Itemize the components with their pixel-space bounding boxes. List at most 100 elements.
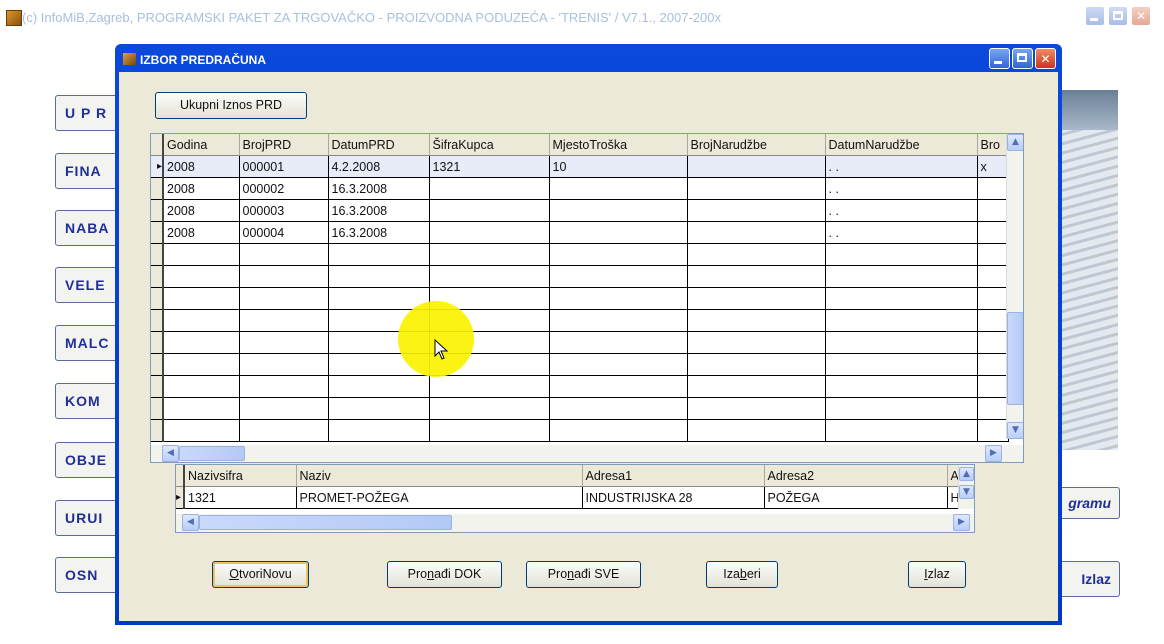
scroll-up-icon[interactable]: ▲	[959, 467, 974, 481]
table-cell[interactable]	[976, 331, 1009, 354]
total-amount-button[interactable]: Ukupni Iznos PRD	[155, 92, 307, 119]
table-cell[interactable]	[327, 243, 430, 266]
column-header[interactable]: MjestoTroška	[548, 134, 688, 156]
table-cell[interactable]: x	[976, 155, 1009, 178]
table-cell[interactable]	[976, 309, 1009, 332]
table-cell[interactable]	[686, 155, 826, 178]
table-cell[interactable]	[548, 287, 688, 310]
dialog-close-button[interactable]: ✕	[1035, 48, 1056, 69]
scroll-left-icon[interactable]: ◀	[162, 445, 179, 462]
table-cell[interactable]	[824, 331, 978, 354]
column-header[interactable]: ŠifraKupca	[428, 134, 550, 156]
row-indicator[interactable]	[151, 419, 164, 442]
scroll-thumb[interactable]	[179, 446, 245, 461]
table-row[interactable]	[151, 309, 1009, 332]
table-cell[interactable]	[824, 287, 978, 310]
table-row[interactable]: 2008 000004 16.3.2008 . .	[151, 221, 1009, 244]
customer-grid[interactable]: Nazivsifra Naziv Adresa1 Adresa2 A ▸ 1321…	[175, 464, 975, 533]
column-header[interactable]: DatumPRD	[327, 134, 430, 156]
row-indicator[interactable]	[151, 397, 164, 420]
table-cell[interactable]	[327, 287, 430, 310]
table-cell[interactable]: PROMET-POŽEGA	[295, 486, 583, 509]
table-cell[interactable]	[976, 199, 1009, 222]
table-cell[interactable]	[327, 397, 430, 420]
table-cell[interactable]: 10	[548, 155, 688, 178]
table-cell[interactable]	[686, 265, 826, 288]
table-row[interactable]	[151, 353, 1009, 376]
customer-vertical-scrollbar[interactable]: ▲ ▼	[958, 465, 974, 509]
table-cell[interactable]: 000001	[238, 155, 329, 178]
row-indicator[interactable]	[151, 375, 164, 398]
scroll-up-icon[interactable]: ▲	[1007, 134, 1023, 151]
table-cell[interactable]: . .	[824, 221, 978, 244]
row-indicator[interactable]	[151, 309, 164, 332]
table-row[interactable]	[151, 243, 1009, 266]
table-cell[interactable]	[428, 199, 550, 222]
column-header[interactable]: Nazivsifra	[183, 465, 297, 487]
outer-close-button[interactable]: ✕	[1131, 6, 1151, 26]
table-cell[interactable]	[428, 375, 550, 398]
dialog-minimize-button[interactable]	[989, 48, 1010, 69]
column-header[interactable]: Naziv	[295, 465, 583, 487]
table-cell[interactable]: 4.2.2008	[327, 155, 430, 178]
row-indicator[interactable]	[151, 199, 164, 222]
table-cell[interactable]	[238, 419, 329, 442]
outer-maximize-button[interactable]	[1108, 6, 1128, 26]
table-row[interactable]: 2008 000002 16.3.2008 . .	[151, 177, 1009, 200]
table-cell[interactable]	[548, 265, 688, 288]
row-indicator[interactable]	[151, 331, 164, 354]
table-cell[interactable]	[327, 375, 430, 398]
table-cell[interactable]	[428, 397, 550, 420]
column-header[interactable]: DatumNarudžbe	[824, 134, 978, 156]
scroll-right-icon[interactable]: ▶	[985, 445, 1002, 462]
column-header[interactable]: BrojNarudžbe	[686, 134, 826, 156]
current-row-indicator-icon[interactable]: ▸	[151, 155, 164, 178]
table-row[interactable]	[151, 265, 1009, 288]
table-cell[interactable]	[686, 375, 826, 398]
column-header[interactable]: Godina	[162, 134, 240, 156]
row-indicator[interactable]	[151, 243, 164, 266]
table-cell[interactable]	[686, 309, 826, 332]
table-cell[interactable]	[428, 221, 550, 244]
table-cell[interactable]	[548, 419, 688, 442]
find-all-button[interactable]: Pronađi SVE	[526, 561, 641, 588]
table-cell[interactable]	[824, 375, 978, 398]
table-cell[interactable]	[976, 177, 1009, 200]
table-cell[interactable]	[327, 265, 430, 288]
table-cell[interactable]	[162, 287, 240, 310]
table-cell[interactable]	[686, 243, 826, 266]
table-cell[interactable]: 16.3.2008	[327, 177, 430, 200]
table-cell[interactable]	[548, 353, 688, 376]
customer-horizontal-scrollbar[interactable]: ◀ ▶	[176, 514, 974, 532]
table-cell[interactable]	[162, 243, 240, 266]
table-cell[interactable]	[548, 177, 688, 200]
table-cell[interactable]	[162, 375, 240, 398]
table-cell[interactable]: 000003	[238, 199, 329, 222]
table-cell[interactable]: . .	[824, 199, 978, 222]
table-cell[interactable]: 2008	[162, 177, 240, 200]
table-cell[interactable]: 2008	[162, 221, 240, 244]
table-cell[interactable]	[976, 243, 1009, 266]
table-cell[interactable]: 16.3.2008	[327, 221, 430, 244]
table-cell[interactable]	[976, 265, 1009, 288]
table-cell[interactable]	[824, 397, 978, 420]
row-indicator[interactable]	[151, 177, 164, 200]
scroll-thumb[interactable]	[199, 515, 452, 530]
table-cell[interactable]: . .	[824, 177, 978, 200]
table-cell[interactable]	[976, 221, 1009, 244]
table-cell[interactable]	[548, 221, 688, 244]
table-cell[interactable]	[976, 353, 1009, 376]
column-header[interactable]: Adresa1	[581, 465, 765, 487]
grid-vertical-scrollbar[interactable]: ▲ ▼	[1006, 134, 1023, 439]
table-cell[interactable]	[548, 331, 688, 354]
table-cell[interactable]	[686, 177, 826, 200]
table-cell[interactable]	[238, 353, 329, 376]
column-header[interactable]: Adresa2	[763, 465, 948, 487]
table-cell[interactable]	[162, 309, 240, 332]
table-cell[interactable]	[428, 419, 550, 442]
row-indicator[interactable]	[151, 221, 164, 244]
dialog-maximize-button[interactable]	[1012, 48, 1033, 69]
table-cell[interactable]: . .	[824, 155, 978, 178]
table-cell[interactable]	[976, 287, 1009, 310]
table-row[interactable]	[151, 375, 1009, 398]
